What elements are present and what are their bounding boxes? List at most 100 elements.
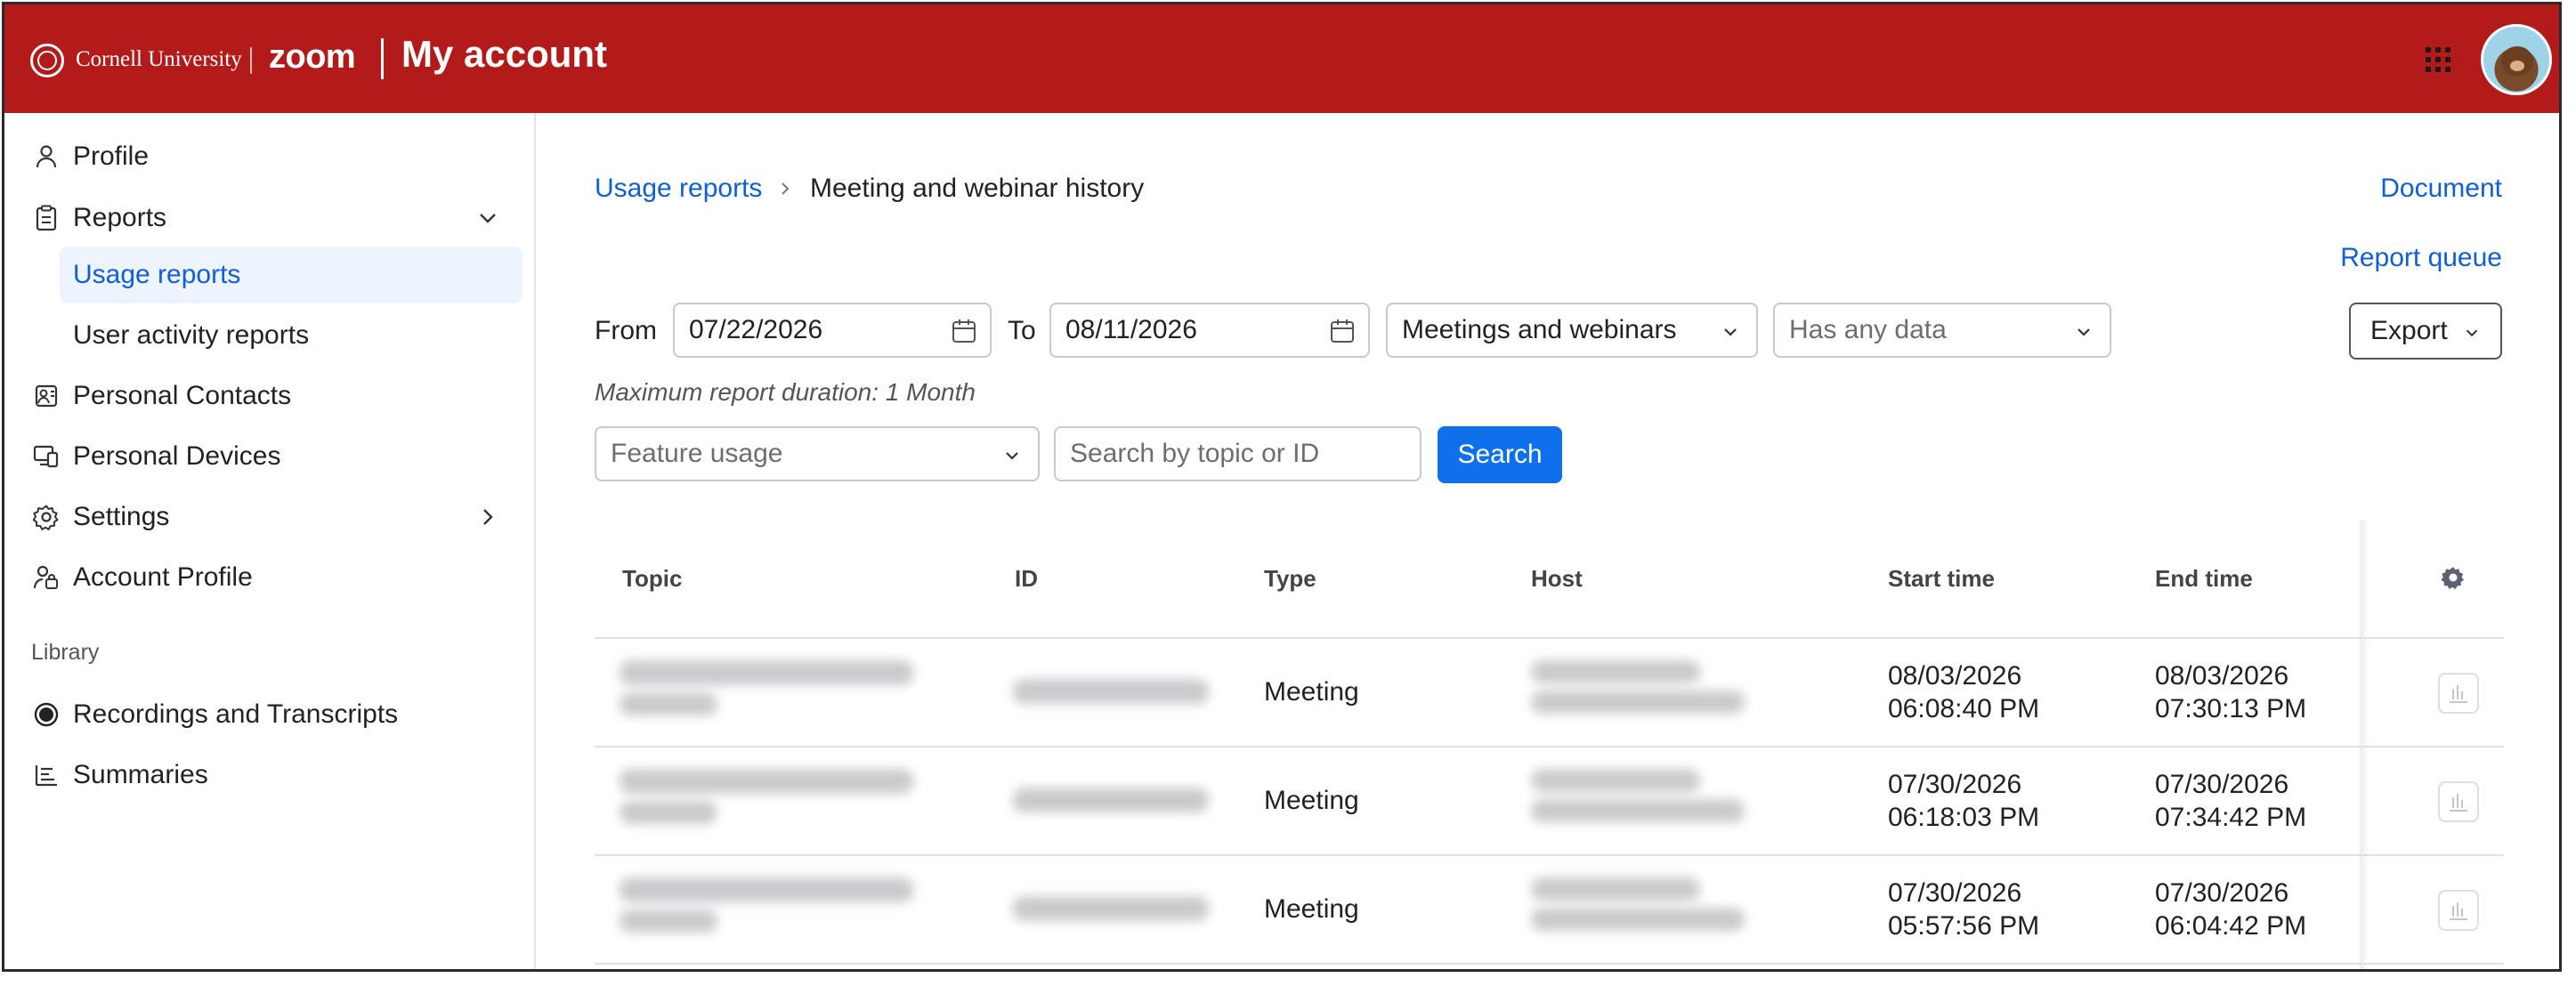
- export-button[interactable]: Export: [2349, 303, 2502, 360]
- sidebar-item-summaries[interactable]: Summaries: [4, 748, 536, 802]
- breadcrumb-usage-reports[interactable]: Usage reports: [595, 174, 762, 204]
- sidebar-item-label: Profile: [73, 141, 150, 171]
- column-header-type[interactable]: Type: [1264, 565, 1316, 593]
- sidebar-item-label: Recordings and Transcripts: [73, 699, 399, 729]
- chevron-down-icon: [1006, 452, 1018, 460]
- sidebar-item-settings[interactable]: Settings: [4, 490, 536, 544]
- report-queue-link[interactable]: Report queue: [2340, 243, 2502, 273]
- sidebar-item-label: User activity reports: [73, 320, 310, 350]
- redacted-host: [1531, 799, 1745, 822]
- to-date-field[interactable]: 08/11/2026: [1049, 303, 1370, 358]
- row-end-date: 07/30/2026: [2155, 878, 2289, 908]
- from-label: From: [595, 316, 657, 345]
- view-report-button[interactable]: [2438, 673, 2479, 714]
- search-placeholder: Search by topic or ID: [1070, 439, 1320, 468]
- sidebar-item-usage-reports[interactable]: Usage reports: [60, 246, 522, 303]
- sidebar-item-label: Account Profile: [73, 562, 253, 592]
- column-header-start-time[interactable]: Start time: [1888, 565, 1995, 593]
- redacted-topic: [620, 801, 717, 824]
- column-header-end-time[interactable]: End time: [2155, 565, 2253, 593]
- cornell-seal-icon: [30, 44, 64, 77]
- redacted-topic: [620, 769, 913, 794]
- top-header: Cornell University zoom My account: [4, 4, 2559, 113]
- redacted-topic: [620, 909, 717, 933]
- university-name: Cornell University: [76, 47, 242, 71]
- document-link[interactable]: Document: [2380, 174, 2502, 204]
- sidebar-item-recordings[interactable]: Recordings and Transcripts: [4, 688, 536, 741]
- sidebar-item-personal-contacts[interactable]: Personal Contacts: [4, 369, 536, 423]
- contacts-icon: [31, 381, 61, 411]
- row-end-time: 07:34:42 PM: [2155, 803, 2307, 832]
- sidebar-item-label: Usage reports: [73, 260, 241, 289]
- table-row[interactable]: Meeting 08/03/2026 06:08:40 PM 08/03/202…: [595, 639, 2504, 748]
- main-content: Usage reports Meeting and webinar histor…: [538, 113, 2559, 969]
- redacted-topic: [620, 660, 913, 685]
- calendar-icon[interactable]: [1329, 318, 1356, 344]
- sticky-column-divider: [2361, 520, 2363, 969]
- feature-usage-placeholder: Feature usage: [611, 439, 783, 468]
- column-header-id[interactable]: ID: [1015, 565, 1038, 593]
- sidebar-item-label: Settings: [73, 502, 170, 531]
- zoom-logo[interactable]: zoom: [269, 38, 356, 77]
- feature-usage-select[interactable]: Feature usage: [595, 426, 1040, 481]
- calendar-icon[interactable]: [951, 318, 977, 344]
- row-start-time: 06:08:40 PM: [1888, 694, 2040, 723]
- avatar[interactable]: [2481, 24, 2552, 95]
- search-input[interactable]: Search by topic or ID: [1054, 426, 1422, 481]
- redacted-host: [1531, 877, 1700, 901]
- redacted-host: [1531, 908, 1745, 931]
- redacted-host: [1531, 769, 1700, 792]
- devices-icon: [31, 441, 61, 472]
- row-end-time: 07:30:13 PM: [2155, 694, 2307, 723]
- sidebar: Profile Reports Usage reports User activ…: [4, 113, 536, 969]
- bar-chart-icon: [2450, 902, 2467, 920]
- redacted-host: [1531, 691, 1745, 714]
- bar-chart-icon: [2450, 685, 2467, 703]
- data-filter-select[interactable]: Has any data: [1773, 303, 2111, 358]
- redacted-id: [1013, 788, 1209, 812]
- redacted-topic: [620, 692, 717, 715]
- column-settings-gear-icon[interactable]: [2440, 564, 2467, 591]
- person-icon: [31, 141, 61, 172]
- summary-list-icon: [31, 760, 61, 790]
- column-header-host[interactable]: Host: [1531, 565, 1583, 593]
- meeting-type-select[interactable]: Meetings and webinars: [1386, 303, 1758, 358]
- sidebar-item-label: Reports: [73, 203, 167, 232]
- sidebar-item-user-activity-reports[interactable]: User activity reports: [60, 307, 522, 364]
- redacted-host: [1531, 660, 1700, 683]
- library-section-header: Library: [31, 640, 100, 665]
- from-date-field[interactable]: 07/22/2026: [673, 303, 992, 358]
- export-label: Export: [2370, 316, 2448, 345]
- sidebar-item-personal-devices[interactable]: Personal Devices: [4, 430, 536, 483]
- from-date-value: 07/22/2026: [689, 315, 823, 344]
- sidebar-item-profile[interactable]: Profile: [4, 130, 536, 183]
- row-end-time: 06:04:42 PM: [2155, 911, 2307, 941]
- apps-grid-icon[interactable]: [2426, 47, 2450, 72]
- table-row[interactable]: Meeting 07/30/2026 05:57:56 PM 07/30/202…: [595, 856, 2504, 965]
- header-divider: [250, 47, 252, 74]
- view-report-button[interactable]: [2438, 890, 2479, 931]
- sidebar-item-reports[interactable]: Reports: [4, 191, 536, 245]
- chevron-down-icon: [2466, 329, 2478, 337]
- header-divider: [381, 38, 384, 79]
- bar-chart-icon: [2450, 794, 2467, 812]
- data-filter-placeholder: Has any data: [1789, 315, 1947, 344]
- page-title: My account: [401, 33, 608, 75]
- view-report-button[interactable]: [2438, 781, 2479, 822]
- gear-icon: [31, 502, 61, 532]
- search-button[interactable]: Search: [1438, 426, 1562, 483]
- row-type: Meeting: [1264, 677, 1359, 707]
- row-type: Meeting: [1264, 894, 1359, 924]
- row-start-date: 07/30/2026: [1888, 770, 2022, 799]
- row-start-time: 05:57:56 PM: [1888, 911, 2040, 941]
- sidebar-item-label: Personal Devices: [73, 441, 281, 471]
- chevron-down-icon: [2078, 328, 2090, 336]
- table-row[interactable]: Meeting 07/30/2026 06:18:03 PM 07/30/202…: [595, 748, 2504, 856]
- chevron-right-icon[interactable]: [476, 505, 499, 529]
- row-type: Meeting: [1264, 786, 1359, 815]
- breadcrumb-current: Meeting and webinar history: [810, 174, 1145, 203]
- column-header-topic[interactable]: Topic: [622, 565, 682, 593]
- sidebar-item-account-profile[interactable]: Account Profile: [4, 551, 536, 604]
- chevron-down-icon: [1724, 328, 1737, 336]
- chevron-down-icon[interactable]: [476, 206, 499, 230]
